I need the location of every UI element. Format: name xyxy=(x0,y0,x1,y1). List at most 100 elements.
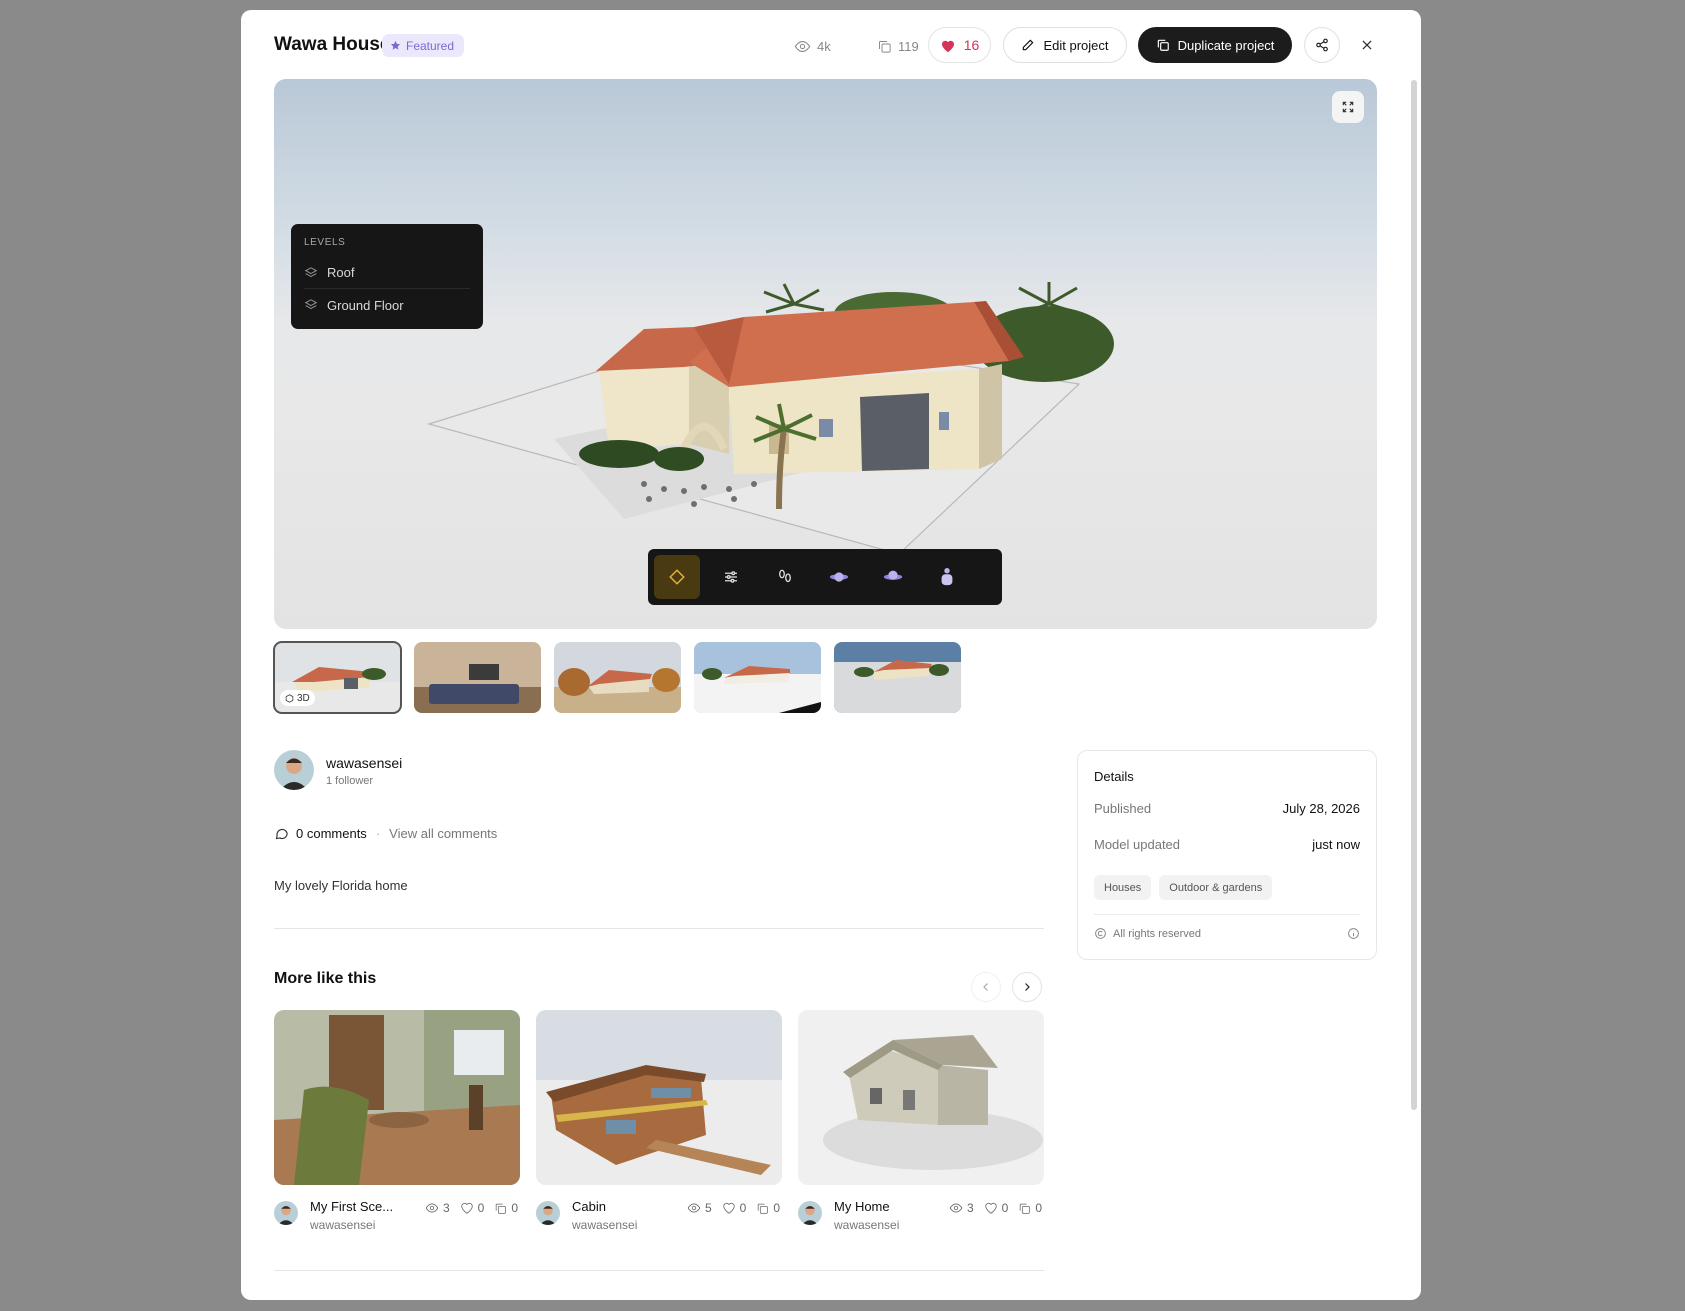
tag-houses[interactable]: Houses xyxy=(1094,875,1152,900)
share-button[interactable] xyxy=(1304,27,1340,63)
eye-icon xyxy=(425,1203,439,1213)
card-footer: Cabin wawasensei 5 0 0 xyxy=(536,1199,782,1239)
model-viewer[interactable]: LEVELS Roof Ground Floor xyxy=(274,79,1377,629)
card-footer: My Home wawasensei 3 0 0 xyxy=(798,1199,1044,1239)
card-thumbnail[interactable] xyxy=(274,1010,520,1185)
edit-project-button[interactable]: Edit project xyxy=(1003,27,1127,63)
walk-tool[interactable] xyxy=(762,555,808,599)
card-project-name[interactable]: My Home xyxy=(834,1199,920,1214)
details-card: Details Published July 28, 2026 Model up… xyxy=(1077,750,1377,960)
author-avatar[interactable] xyxy=(274,750,314,790)
avatar-image xyxy=(274,750,314,790)
card-author-avatar[interactable] xyxy=(798,1201,822,1225)
3d-badge-label: 3D xyxy=(297,692,310,704)
views-count: 4k xyxy=(817,38,831,54)
author-followers: 1 follower xyxy=(326,775,374,787)
house-model-render xyxy=(426,282,1114,555)
copy-icon xyxy=(758,1203,769,1214)
card-copies-count: 0 xyxy=(773,1201,780,1215)
thumbnail-3[interactable] xyxy=(554,642,681,713)
card-project-name[interactable]: Cabin xyxy=(572,1199,658,1214)
level-label: Ground Floor xyxy=(327,297,404,313)
fullscreen-button[interactable] xyxy=(1332,91,1364,123)
level-roof[interactable]: Roof xyxy=(304,257,470,289)
settings-tool[interactable] xyxy=(708,555,754,599)
card-stats: 3 0 0 xyxy=(949,1201,1042,1215)
license-text: All rights reserved xyxy=(1113,927,1202,940)
card-author-avatar[interactable] xyxy=(536,1201,560,1225)
copy-icon xyxy=(879,40,891,53)
project-card[interactable]: My Home wawasensei 3 0 0 xyxy=(798,1010,1044,1239)
person-view-tool[interactable] xyxy=(924,555,970,599)
avatar-image xyxy=(536,1201,560,1225)
copy-icon xyxy=(496,1203,507,1214)
card-thumbnail[interactable] xyxy=(536,1010,782,1185)
select-icon xyxy=(669,569,685,585)
living-room-render-thumbnail xyxy=(414,642,541,713)
section-divider xyxy=(274,928,1044,929)
project-card[interactable]: My First Sce... wawasensei 3 0 0 xyxy=(274,1010,520,1239)
heart-outline-icon xyxy=(722,1202,735,1214)
card-project-name[interactable]: My First Sce... xyxy=(310,1199,396,1214)
thumbnail-5[interactable] xyxy=(834,642,961,713)
duplicate-project-button[interactable]: Duplicate project xyxy=(1138,27,1292,63)
pencil-icon xyxy=(1023,39,1034,51)
project-title: Wawa House xyxy=(274,34,391,55)
chevron-left-icon xyxy=(983,983,988,991)
heart-icon xyxy=(941,40,954,52)
view-all-comments-link[interactable]: View all comments xyxy=(389,826,497,841)
card-stats: 3 0 0 xyxy=(425,1201,518,1215)
views-stat: 4k xyxy=(794,36,831,56)
thumbnail-3d[interactable]: 3D xyxy=(273,641,402,714)
card-username[interactable]: wawasensei xyxy=(572,1218,637,1232)
card-username[interactable]: wawasensei xyxy=(310,1218,375,1232)
select-tool[interactable] xyxy=(654,555,700,599)
cabin-scene-image xyxy=(536,1010,782,1185)
project-card[interactable]: Cabin wawasensei 5 0 0 xyxy=(536,1010,782,1239)
thumbnail-2[interactable] xyxy=(414,642,541,713)
license-row: All rights reserved xyxy=(1094,914,1360,940)
orbit-high-icon xyxy=(883,570,903,580)
model-updated-value: just now xyxy=(1312,837,1360,852)
featured-badge: Featured xyxy=(382,34,465,57)
model-updated-label: Model updated xyxy=(1094,837,1181,852)
expand-icon xyxy=(1342,101,1354,113)
orbit-low-tool[interactable] xyxy=(816,555,862,599)
card-views-count: 3 xyxy=(966,1201,974,1215)
copyright-icon xyxy=(1095,928,1106,939)
published-value: July 28, 2026 xyxy=(1282,801,1360,816)
more-like-this-title: More like this xyxy=(274,970,377,987)
copy-icon xyxy=(1020,1203,1031,1214)
thumbnail-4[interactable] xyxy=(694,642,821,713)
author-name[interactable]: wawasensei xyxy=(326,755,402,771)
card-thumbnail[interactable] xyxy=(798,1010,1044,1185)
card-likes: 0 xyxy=(460,1201,484,1215)
published-row: Published July 28, 2026 xyxy=(1094,801,1360,837)
close-icon xyxy=(1362,40,1372,50)
orbit-high-tool[interactable] xyxy=(870,555,916,599)
levels-panel: LEVELS Roof Ground Floor xyxy=(291,224,483,329)
settings-sliders-icon xyxy=(725,571,737,583)
card-stats: 5 0 0 xyxy=(687,1201,780,1215)
like-button[interactable]: 16 xyxy=(928,27,991,63)
card-username[interactable]: wawasensei xyxy=(834,1218,899,1232)
tag-outdoor-gardens[interactable]: Outdoor & gardens xyxy=(1159,875,1273,900)
star-icon xyxy=(390,40,401,50)
eye-icon xyxy=(687,1203,701,1213)
scrollbar[interactable] xyxy=(1411,80,1417,1110)
card-copies: 0 xyxy=(494,1201,518,1215)
close-button[interactable] xyxy=(1349,27,1385,63)
layers-icon xyxy=(304,266,318,277)
heart-outline-icon xyxy=(460,1202,473,1214)
level-ground-floor[interactable]: Ground Floor xyxy=(304,289,470,321)
eye-icon xyxy=(794,40,811,52)
home-scene-image xyxy=(798,1010,1044,1185)
card-author-avatar[interactable] xyxy=(274,1201,298,1225)
carousel-next-button[interactable] xyxy=(1012,972,1042,1002)
duplicate-icon xyxy=(1157,39,1169,51)
heart-outline-icon xyxy=(984,1202,997,1214)
carousel-prev-button[interactable] xyxy=(971,972,1001,1002)
comments-row: 0 comments · View all comments xyxy=(274,826,497,841)
card-likes: 0 xyxy=(984,1201,1008,1215)
info-icon[interactable] xyxy=(1347,927,1360,940)
